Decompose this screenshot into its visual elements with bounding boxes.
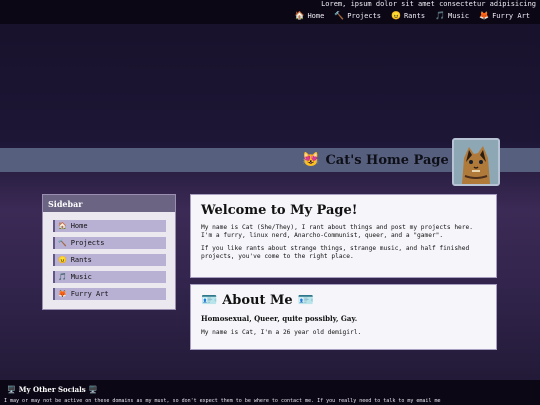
footer-title: 🖥️ My Other Socials 🖥️ xyxy=(7,385,97,394)
home-icon: 🏠 xyxy=(294,11,305,20)
nav-label: Projects xyxy=(347,12,381,20)
welcome-heading: Welcome to My Page! xyxy=(201,203,358,218)
nav-label: Rants xyxy=(403,12,426,20)
fox-icon: 🦊 xyxy=(58,290,67,298)
top-bar: Lorem, ipsum dolor sit amet consectetur … xyxy=(0,0,540,24)
sidebar: Sidebar 🏠 Home 🔨 Projects 😠 Rants 🎵 Music 🦊 F… xyxy=(42,194,176,310)
nav-label: Furry Art xyxy=(492,12,530,20)
sidebar-item-label: Home xyxy=(70,222,88,230)
about-paragraph-1: My name is Cat, I'm a 26 year old demigi… xyxy=(201,329,362,336)
welcome-card: Welcome to My Page! My name is Cat (She/… xyxy=(190,194,497,278)
hammer-icon: 🔨 xyxy=(334,11,345,20)
top-nav: 🏠 Home 🔨 Projects 😠 Rants 🎵 Music 🦊 Furry Art xyxy=(294,11,530,21)
sidebar-item-music[interactable]: 🎵 Music xyxy=(53,271,166,283)
nav-label: Home xyxy=(307,12,325,20)
angry-face-icon: 😠 xyxy=(58,256,67,264)
home-icon: 🏠 xyxy=(58,222,67,230)
sidebar-item-home[interactable]: 🏠 Home xyxy=(53,220,166,232)
marquee-text: Lorem, ipsum dolor sit amet consectetur … xyxy=(321,0,536,8)
footer: 🖥️ My Other Socials 🖥️ I may or may not … xyxy=(0,380,540,405)
site-title-text: Cat's Home Page xyxy=(325,152,449,168)
nav-item-rants[interactable]: 😠 Rants xyxy=(391,11,426,21)
about-heading: 🪪 About Me 🪪 xyxy=(201,293,486,308)
welcome-paragraph-1: My name is Cat (She/They), I rant about … xyxy=(201,224,473,239)
sidebar-item-label: Music xyxy=(70,273,92,281)
heart-eyes-cat-icon: 😻 xyxy=(302,152,320,168)
computer-icon: 🖥️ xyxy=(7,385,16,394)
sidebar-list: 🏠 Home 🔨 Projects 😠 Rants 🎵 Music 🦊 Furry Art xyxy=(43,212,175,300)
music-note-icon: 🎵 xyxy=(435,11,446,20)
computer-icon: 🖥️ xyxy=(88,385,98,394)
nav-label: Music xyxy=(448,12,470,20)
sidebar-item-label: Rants xyxy=(70,256,92,264)
angry-face-icon: 😠 xyxy=(391,11,401,20)
cat-avatar-icon xyxy=(454,140,498,184)
sidebar-item-furry-art[interactable]: 🦊 Furry Art xyxy=(53,288,166,300)
sidebar-title: Sidebar xyxy=(43,195,175,212)
page-title: 😻 Cat's Home Page 😻 xyxy=(302,151,472,169)
about-subheading: Homosexual, Queer, quite possibly, Gay. xyxy=(201,314,358,323)
footer-text: I may or may not be active on these doma… xyxy=(4,398,441,404)
hammer-icon: 🔨 xyxy=(58,239,67,247)
nav-item-music[interactable]: 🎵 Music xyxy=(435,11,470,21)
sidebar-item-rants[interactable]: 😠 Rants xyxy=(53,254,166,266)
welcome-paragraph-2: If you like rants about strange things, … xyxy=(201,245,470,260)
nav-item-home[interactable]: 🏠 Home xyxy=(294,11,325,21)
sidebar-item-label: Furry Art xyxy=(70,290,109,298)
sidebar-item-projects[interactable]: 🔨 Projects xyxy=(53,237,166,249)
nav-item-projects[interactable]: 🔨 Projects xyxy=(334,11,381,21)
about-card: 🪪 About Me 🪪 Homosexual, Queer, quite po… xyxy=(190,284,497,350)
sidebar-item-label: Projects xyxy=(70,239,105,247)
fox-icon: 🦊 xyxy=(479,11,490,20)
about-heading-text: About Me xyxy=(222,293,293,308)
id-card-icon: 🪪 xyxy=(201,293,218,308)
nav-item-furry-art[interactable]: 🦊 Furry Art xyxy=(479,11,530,21)
footer-title-text: My Other Socials xyxy=(18,385,86,394)
id-card-icon: 🪪 xyxy=(297,293,314,308)
avatar xyxy=(452,138,500,186)
music-note-icon: 🎵 xyxy=(58,273,67,281)
